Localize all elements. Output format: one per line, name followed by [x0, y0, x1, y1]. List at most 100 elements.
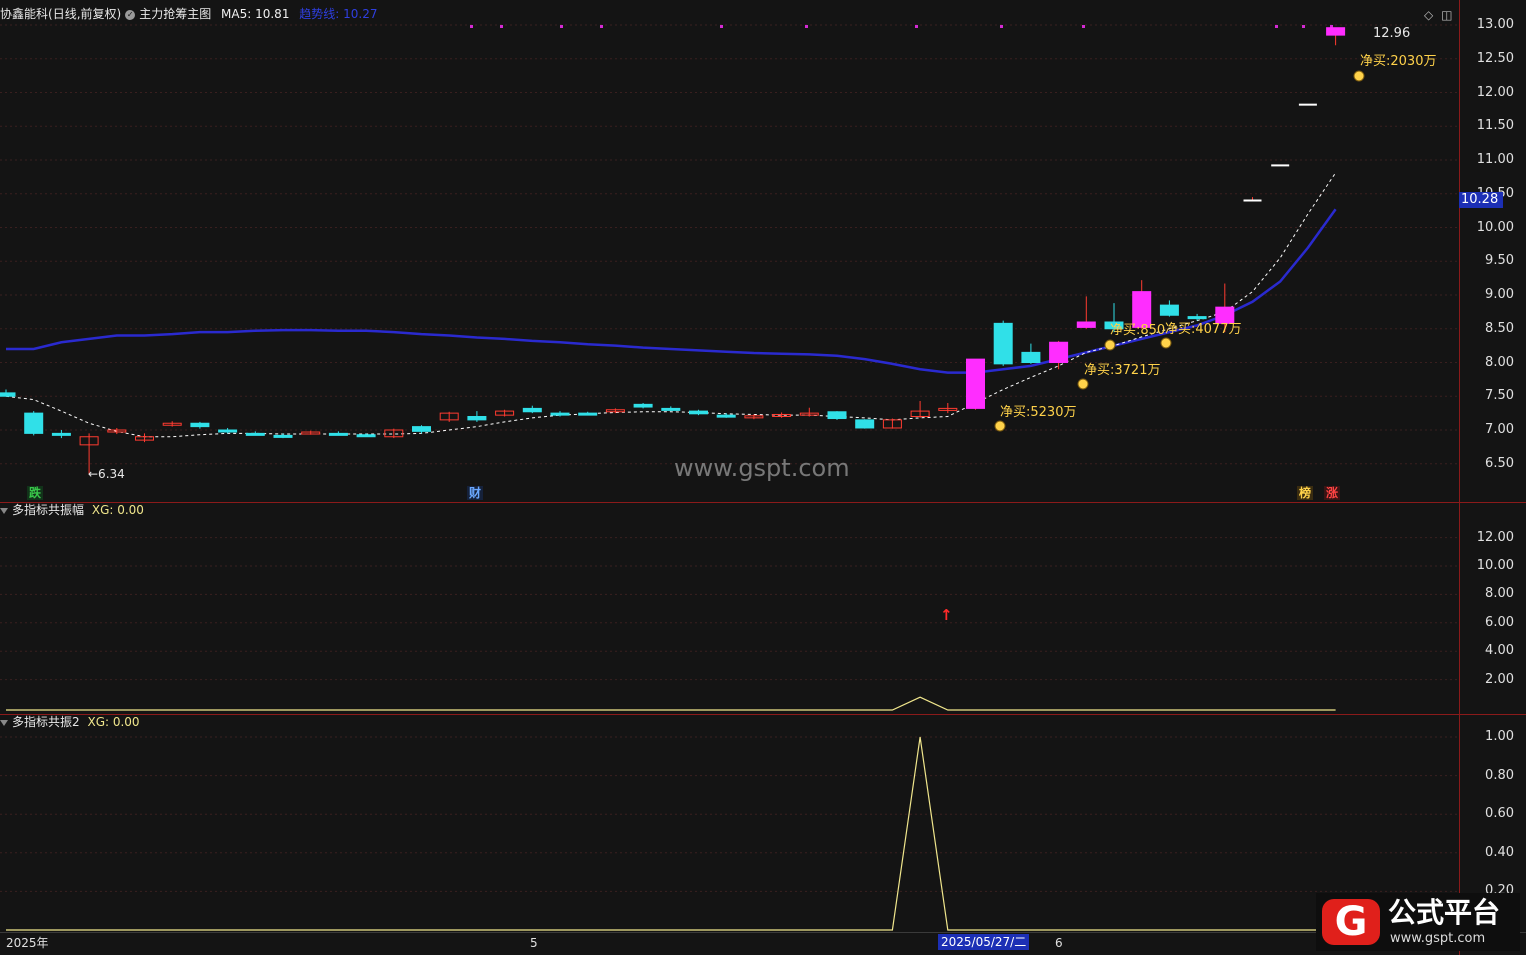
net-buy-label: 净买:5230万 — [1000, 405, 1077, 420]
badge-rise[interactable]: 涨 — [1324, 486, 1341, 500]
signal-dot — [1302, 25, 1305, 28]
y-tick-label: 7.50 — [1485, 388, 1514, 404]
panel2-line — [6, 696, 1336, 711]
y-tick-label: 0.80 — [1485, 767, 1514, 783]
panel-separator-indicator — [0, 714, 1526, 715]
high-price-label: 12.96 — [1373, 26, 1411, 41]
candle-body — [273, 434, 293, 438]
y-tick-label: 4.00 — [1485, 643, 1514, 659]
y-axis-separator — [1459, 0, 1460, 955]
main-header: 协鑫能科(日线,前复权) ✓ 主力抢筹主图 MA5: 10.81 趋势线: 10.2… — [0, 7, 378, 21]
candle-body — [1187, 316, 1207, 320]
panel3-line — [6, 736, 1336, 931]
candle-body — [1049, 341, 1069, 363]
diamond-icon[interactable]: ◇ — [1424, 8, 1433, 22]
candle-body — [412, 426, 431, 432]
candle-body — [993, 322, 1013, 365]
net-buy-label: 净买:2030万 — [1360, 54, 1437, 69]
signal-dot — [915, 25, 918, 28]
top-right-icons: ◇ ◫ — [1424, 8, 1452, 22]
window-icon[interactable]: ◫ — [1441, 8, 1452, 22]
candle-body — [716, 414, 736, 418]
signal-arrow: ↑ — [940, 606, 953, 624]
signal-dot — [560, 25, 563, 28]
y-tick-label: 8.00 — [1485, 354, 1514, 370]
panel2-xg: XG: 0.00 — [91, 503, 144, 517]
money-bag-icon — [1104, 339, 1116, 351]
trend-label: 趋势线: 10.27 — [299, 7, 378, 21]
logo-watermark: G 公式平台 www.gspt.com — [1316, 893, 1520, 951]
badge-fall[interactable]: 跌 — [27, 486, 44, 500]
y-tick-label: 12.50 — [1476, 50, 1514, 66]
logo-text: 公式平台 — [1388, 896, 1501, 929]
y-tick-label: 10.00 — [1476, 219, 1514, 235]
candle-body — [245, 432, 265, 436]
candle-body — [1021, 351, 1041, 363]
center-watermark: www.gspt.com — [674, 454, 850, 482]
net-buy-label: 净买:850 — [1110, 323, 1166, 338]
x-axis-separator — [0, 932, 1526, 933]
y-tick-label: 9.50 — [1485, 253, 1514, 269]
candle-body — [661, 407, 681, 411]
collapse-icon[interactable] — [0, 507, 8, 514]
candle-body — [1076, 321, 1096, 328]
panel3-name[interactable]: 多指标共振2 — [12, 715, 80, 729]
candle-body — [218, 429, 238, 433]
y-tick-label: 7.00 — [1485, 422, 1514, 437]
signal-dot — [1275, 25, 1278, 28]
signal-dot — [1082, 25, 1085, 28]
candle-body — [1271, 164, 1290, 167]
net-buy-label: 净买:4077万 — [1165, 322, 1242, 337]
x-label-cursor-date: 2025/05/27/二 — [938, 934, 1030, 950]
candle-body — [855, 419, 875, 429]
y-tick-label: 6.00 — [1485, 614, 1514, 630]
candle-body — [1215, 306, 1235, 324]
candle-body — [24, 412, 44, 434]
logo-icon: G — [1322, 899, 1380, 945]
candle-body — [966, 358, 985, 409]
money-bag-icon — [1353, 70, 1365, 82]
signal-dot — [470, 25, 473, 28]
candle-body — [328, 432, 348, 436]
signal-dot — [805, 25, 808, 28]
candle-body — [1243, 199, 1262, 202]
y-tick-label: 13.00 — [1476, 17, 1514, 32]
collapse-icon[interactable] — [0, 719, 8, 726]
signal-dot — [600, 25, 603, 28]
x-label-year: 2025年 — [6, 936, 49, 950]
signal-dot — [500, 25, 503, 28]
y-tick-label: 12.00 — [1476, 84, 1514, 100]
money-bag-icon — [994, 420, 1006, 432]
y-tick-label: 2.00 — [1485, 671, 1514, 687]
y-tick-label: 8.00 — [1485, 586, 1514, 602]
y-tick-label: 0.40 — [1485, 844, 1514, 860]
x-label-month: 6 — [1055, 936, 1063, 950]
stock-name[interactable]: 协鑫能科 — [0, 7, 48, 21]
badge-list[interactable]: 榜 — [1297, 486, 1314, 500]
check-icon[interactable]: ✓ — [125, 9, 136, 20]
y-tick-label: 10.00 — [1476, 558, 1514, 573]
candle-body — [1326, 27, 1346, 36]
y-tick-label: 1.00 — [1485, 729, 1514, 744]
logo-url: www.gspt.com — [1390, 931, 1486, 946]
badge-finance[interactable]: 财 — [467, 486, 484, 500]
current-price-tag: 10.28 — [1459, 192, 1503, 208]
candle-body — [689, 410, 708, 415]
money-bag-icon — [1077, 378, 1089, 390]
ma5-label: MA5: 10.81 — [221, 7, 290, 21]
panel3-header: 多指标共振2 XG: 0.00 — [0, 715, 140, 729]
y-tick-label: 11.00 — [1476, 152, 1514, 167]
signal-dot — [720, 25, 723, 28]
candle-body — [51, 432, 71, 436]
panel-separator-main — [0, 502, 1526, 503]
candle-body — [633, 403, 653, 408]
y-tick-label: 8.50 — [1485, 320, 1514, 336]
panel2-name[interactable]: 多指标共振幅 — [12, 503, 84, 517]
trend-line — [6, 208, 1337, 374]
candle-body — [522, 407, 542, 413]
y-tick-label: 12.00 — [1476, 529, 1514, 545]
candle-body — [356, 434, 376, 438]
indicator-name[interactable]: 主力抢筹主图 — [139, 7, 211, 21]
candle-body — [827, 411, 847, 420]
low-price-label: ←6.34 — [88, 467, 125, 481]
